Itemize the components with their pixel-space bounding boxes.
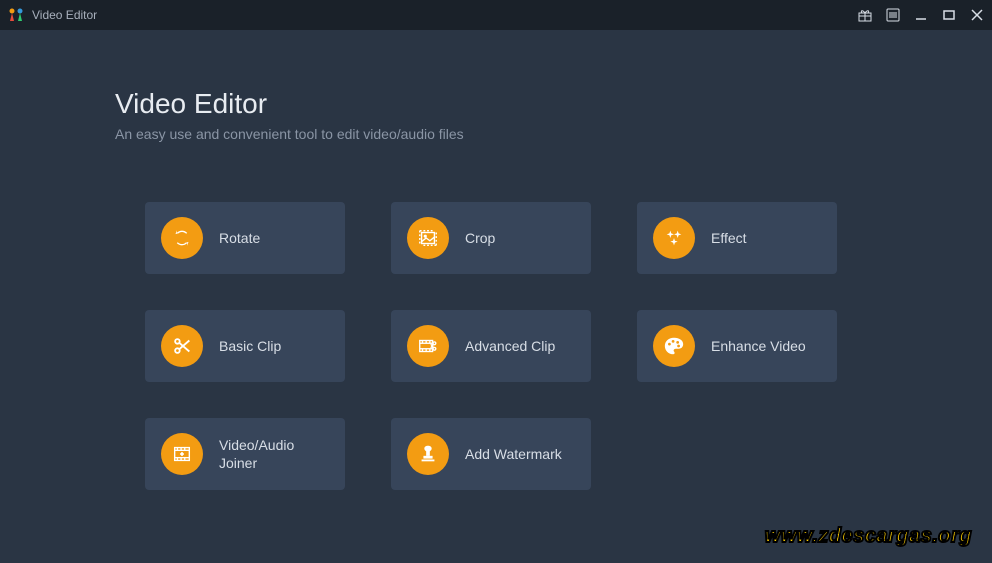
film-scissors-icon bbox=[407, 325, 449, 367]
basic-clip-label: Basic Clip bbox=[219, 337, 281, 355]
menu-list-icon[interactable] bbox=[886, 8, 900, 22]
stamp-icon bbox=[407, 433, 449, 475]
titlebar-left: Video Editor bbox=[8, 7, 97, 23]
app-logo-icon bbox=[8, 7, 24, 23]
advanced-clip-button[interactable]: Advanced Clip bbox=[391, 310, 591, 382]
joiner-button[interactable]: Video/Audio Joiner bbox=[145, 418, 345, 490]
effect-button[interactable]: Effect bbox=[637, 202, 837, 274]
watermark-label: Add Watermark bbox=[465, 445, 562, 463]
gift-icon[interactable] bbox=[858, 8, 872, 22]
watermark-button[interactable]: Add Watermark bbox=[391, 418, 591, 490]
minimize-icon[interactable] bbox=[914, 8, 928, 22]
joiner-label: Video/Audio Joiner bbox=[219, 436, 329, 472]
titlebar-title: Video Editor bbox=[32, 8, 97, 22]
rotate-button[interactable]: Rotate bbox=[145, 202, 345, 274]
effect-label: Effect bbox=[711, 229, 747, 247]
page-subtitle: An easy use and convenient tool to edit … bbox=[115, 126, 892, 142]
film-joiner-icon bbox=[161, 433, 203, 475]
crop-label: Crop bbox=[465, 229, 495, 247]
maximize-icon[interactable] bbox=[942, 8, 956, 22]
rotate-label: Rotate bbox=[219, 229, 260, 247]
scissors-icon bbox=[161, 325, 203, 367]
main-content: Video Editor An easy use and convenient … bbox=[0, 30, 992, 490]
enhance-video-label: Enhance Video bbox=[711, 337, 806, 355]
crop-button[interactable]: Crop bbox=[391, 202, 591, 274]
tools-grid: Rotate Crop Effect bbox=[145, 202, 892, 490]
watermark-text: www.zdescargas.org bbox=[765, 525, 972, 548]
enhance-video-button[interactable]: Enhance Video bbox=[637, 310, 837, 382]
palette-icon bbox=[653, 325, 695, 367]
crop-icon bbox=[407, 217, 449, 259]
close-icon[interactable] bbox=[970, 8, 984, 22]
rotate-icon bbox=[161, 217, 203, 259]
basic-clip-button[interactable]: Basic Clip bbox=[145, 310, 345, 382]
page-title: Video Editor bbox=[115, 88, 892, 120]
effect-icon bbox=[653, 217, 695, 259]
titlebar-controls bbox=[858, 8, 984, 22]
titlebar: Video Editor bbox=[0, 0, 992, 30]
advanced-clip-label: Advanced Clip bbox=[465, 337, 555, 355]
